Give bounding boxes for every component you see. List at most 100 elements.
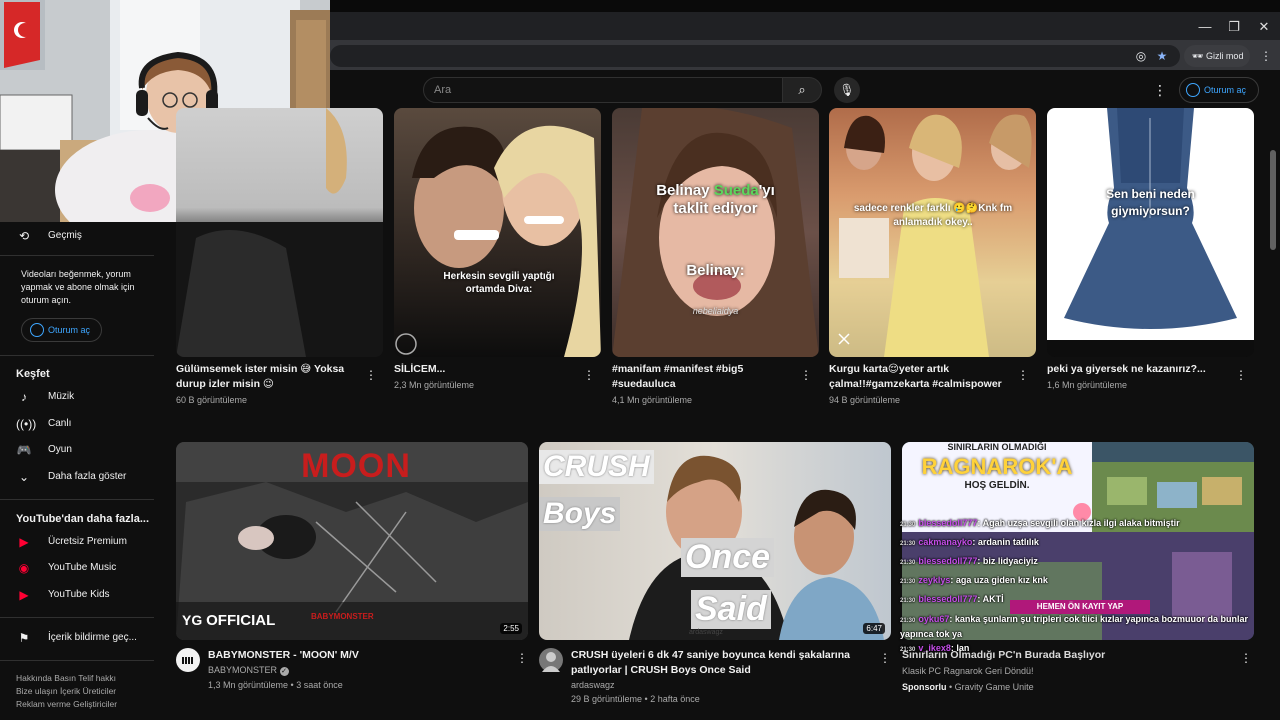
youtube-premium-icon: ▶ — [19, 535, 29, 549]
sidebar-item-label: Daha fazla göster — [48, 471, 127, 482]
sidebar-item-label: İçerik bildirme geç... — [48, 632, 137, 643]
sidebar-item-gaming[interactable]: 🎮 Oyun — [16, 440, 156, 460]
video-title[interactable]: BABYMONSTER - 'MOON' M/V — [208, 648, 508, 663]
more-options-icon[interactable]: ⋮ — [879, 651, 891, 665]
ad-thumb-headline2: RAGNAROK'A — [921, 454, 1073, 479]
sidebar-item-show-more[interactable]: ⌄ Daha fazla göster — [16, 467, 156, 487]
sidebar-item-label: Geçmiş — [48, 230, 82, 241]
more-options-icon[interactable]: ⋮ — [1235, 368, 1247, 382]
sign-in-button[interactable]: Oturum aç — [1179, 77, 1259, 103]
more-options-icon[interactable]: ⋮ — [1017, 368, 1029, 382]
video-thumbnail[interactable]: CRUSH Boys Once Said ardaswagz 6:47 — [539, 442, 891, 640]
signin-prompt-text: Videoları beğenmek, yorum yapmak ve abon… — [21, 269, 135, 305]
short-views: 60 B görüntüleme — [176, 395, 248, 405]
sidebar-item-premium[interactable]: ▶ Ücretsiz Premium — [16, 532, 156, 552]
footer-links-row3[interactable]: Reklam verme Geliştiriciler — [16, 699, 117, 709]
short-views: 94 B görüntüleme — [829, 395, 901, 405]
close-button[interactable]: ✕ — [1251, 16, 1277, 38]
short-title[interactable]: SİLİCEM... — [394, 362, 574, 377]
short-title[interactable]: Gülümsemek ister misin 😅 Yoksa durup izl… — [176, 362, 366, 392]
chat-username: blessedoll777 — [918, 518, 978, 528]
browser-menu-icon[interactable]: ⋮ — [1256, 47, 1276, 65]
short-overlay-caption: Sen beni neden giymiyorsun? — [1106, 187, 1195, 218]
sidebar-item-label: Canlı — [48, 418, 72, 429]
microphone-icon: 🎙 — [839, 83, 855, 97]
history-icon: ⟲ — [18, 229, 30, 243]
overlay-highlight-word: Sueda — [713, 182, 759, 199]
browser-title-bar — [330, 12, 1280, 40]
sidebar-item-youtube-kids[interactable]: ▶ YouTube Kids — [16, 585, 156, 605]
channel-avatar[interactable] — [539, 648, 563, 672]
chat-time: 21:30 — [900, 541, 916, 547]
short-views: 1,6 Mn görüntüleme — [1047, 380, 1128, 390]
short-thumbnail[interactable]: Herkesin sevgili yaptığı ortamda Diva: — [394, 108, 601, 357]
more-options-icon[interactable]: ⋮ — [516, 651, 528, 665]
thumbnail-title-text: MOON — [301, 447, 411, 485]
incognito-icon: 🕶 — [1192, 51, 1206, 61]
short-thumbnail[interactable]: Belinay Sueda'yı taklit ediyor Belinay: … — [612, 108, 819, 357]
more-options-icon[interactable]: ⋮ — [365, 368, 377, 382]
more-from-youtube-heading: YouTube'dan daha fazla... — [16, 513, 149, 525]
more-options-icon[interactable]: ⋮ — [800, 368, 812, 382]
search-input[interactable]: Ara — [423, 77, 783, 103]
short-title[interactable]: peki ya giyersek ne kazanırız?... — [1047, 362, 1229, 377]
ad-description: Klasik PC Ragnarok Geri Döndü! — [902, 666, 1034, 676]
sidebar-sign-in-button[interactable]: Oturum aç — [21, 318, 102, 342]
video-title[interactable]: CRUSH üyeleri 6 dk 47 saniye boyunca ken… — [571, 648, 871, 678]
chat-username: cakmanayko — [918, 537, 973, 547]
minimize-button[interactable]: — — [1192, 16, 1218, 38]
sidebar-item-music[interactable]: ♪ Müzik — [16, 387, 156, 407]
chat-message: 21:30 cakmanayko: ardanin tatlılık — [900, 536, 1252, 551]
chat-text: : aga uza giden kız knk — [950, 575, 1048, 585]
advertiser-name[interactable]: • Gravity Game Unite — [949, 682, 1034, 692]
ad-thumb-headline1: SINIRLARIN OLMADIĞI — [947, 442, 1047, 452]
overlay-word: 'yı — [758, 182, 775, 199]
video-thumbnail[interactable]: MOON YG OFFICIAL BABYMONSTER 2:55 — [176, 442, 528, 640]
restore-button[interactable]: ❐ — [1221, 16, 1247, 38]
thumbnail-brand-text: YG OFFICIAL — [182, 612, 275, 629]
short-thumbnail-image — [612, 108, 819, 357]
sidebar-item-live[interactable]: ((•)) Canlı — [16, 414, 156, 434]
short-overlay-caption-line3: Belinay: — [686, 262, 745, 279]
short-thumbnail-image — [395, 125, 601, 357]
thumbnail-watermark: ardaswagz — [689, 629, 723, 636]
footer-links-row1[interactable]: Hakkında Basın Telif hakkı — [16, 673, 116, 683]
bookmark-star-icon[interactable]: ★ — [1152, 47, 1172, 65]
page-scrollbar[interactable] — [1270, 150, 1276, 250]
ad-sponsor-line: Sponsorlu • Gravity Game Unite — [902, 682, 1034, 692]
explore-heading: Keşfet — [16, 368, 50, 380]
more-options-icon[interactable]: ⋮ — [583, 368, 595, 382]
video-duration: 2:55 — [500, 623, 522, 634]
thumbnail-brand-label: OFFICIAL — [206, 612, 276, 629]
short-overlay-caption-line1: Belinay Sueda'yı — [612, 182, 819, 200]
sidebar-item-history[interactable]: ⟲ Geçmiş — [16, 226, 156, 246]
footer-links-row2[interactable]: Bize ulaşın İçerik Üreticiler — [16, 686, 116, 696]
sidebar-item-label: YouTube Kids — [48, 589, 110, 600]
incognito-label: Gizli mod — [1205, 51, 1244, 61]
stream-chat-overlay: 21:30 blessedoll777: Agah uzşa sevgili ol… — [900, 517, 1256, 659]
channel-name[interactable]: BABYMONSTER ✓ — [208, 665, 289, 676]
more-options-icon[interactable]: ⋮ — [1240, 651, 1252, 665]
short-title[interactable]: #manifam #manifest #big5 #suedauluca — [612, 362, 792, 392]
divider — [0, 255, 154, 256]
ad-thumb-headline3: HOŞ GELDİN. — [964, 480, 1030, 491]
sidebar-item-report[interactable]: ⚑ İçerik bildirme geç... — [16, 628, 156, 648]
incognito-indicator[interactable]: 🕶 Gizli mod — [1184, 45, 1250, 67]
sidebar-item-youtube-music[interactable]: ◉ YouTube Music — [16, 558, 156, 578]
short-thumbnail[interactable]: Sen beni neden giymiyorsun? — [1047, 108, 1254, 357]
divider — [0, 499, 154, 500]
voice-search-button[interactable]: 🎙 — [834, 77, 860, 103]
chat-message: 21:30 blessedoll777: Agah uzşa sevgili ol… — [900, 517, 1252, 532]
short-title[interactable]: Kurgu karta😌yeter artık çalma!!#gamzekar… — [829, 362, 1011, 392]
short-thumbnail[interactable]: sadece renkler farklı 🥲🤔Knk fm anlamadık… — [829, 108, 1036, 357]
address-bar[interactable] — [330, 45, 1180, 67]
chat-text: : kanka şunların şu tripleri cok tiici k… — [900, 614, 1248, 639]
short-overlay-caption: sadece renkler farklı 🥲🤔Knk fm anlamadık… — [853, 203, 1013, 228]
channel-avatar[interactable] — [176, 648, 200, 672]
settings-menu-icon[interactable]: ⋮ — [1152, 80, 1168, 100]
search-button[interactable]: ⌕ — [782, 77, 822, 103]
channel-name[interactable]: ardaswagz — [571, 680, 615, 690]
ad-title[interactable]: Sınırların Olmadığı PC'n Burada Başlıyor — [902, 648, 1222, 663]
eye-off-icon[interactable]: ◎ — [1131, 47, 1151, 65]
short-thumbnail[interactable] — [176, 108, 383, 357]
